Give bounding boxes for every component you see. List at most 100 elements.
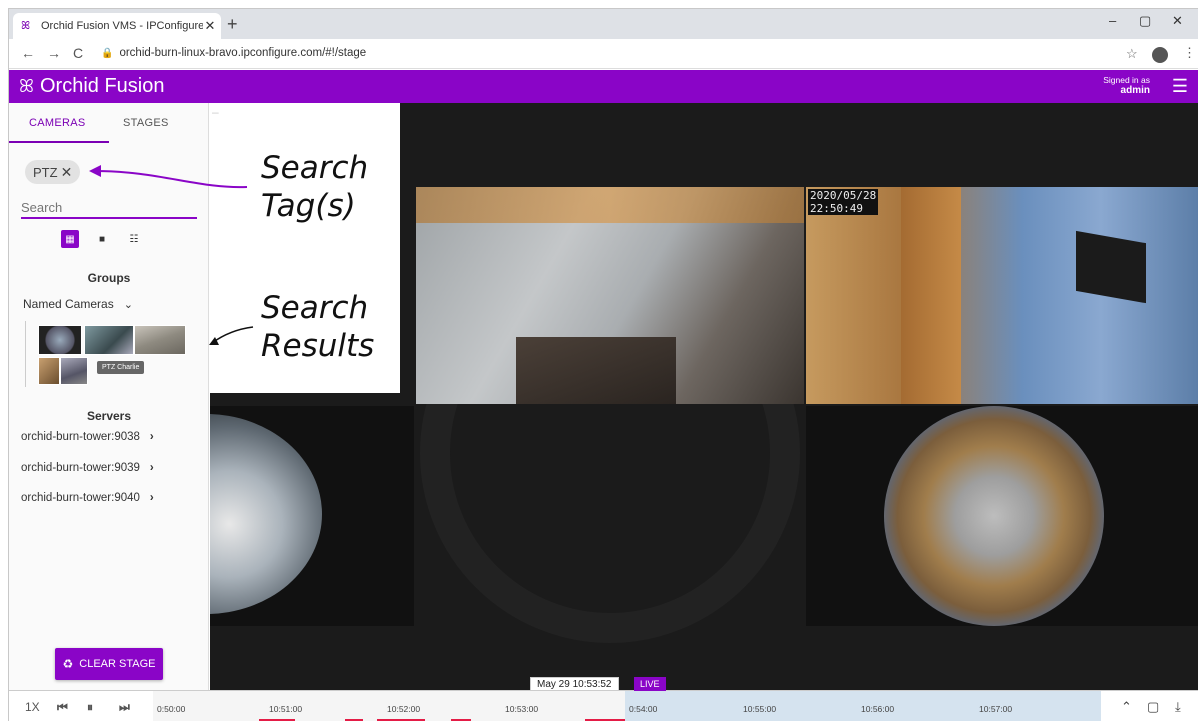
camera-thumbnail[interactable]: [84, 325, 134, 355]
playback-speed[interactable]: 1X: [25, 700, 40, 714]
profile-avatar[interactable]: [1152, 47, 1168, 63]
bookmark-star-icon[interactable]: ☆: [1126, 46, 1138, 62]
tile-scene: [884, 406, 1104, 626]
timeline-track[interactable]: 0:50:00 10:51:00 10:52:00 10:53:00 0:54:…: [153, 691, 1101, 721]
tab-title: Orchid Fusion VMS - IPConfigure: [41, 20, 203, 32]
app-brand[interactable]: ꕤ Orchid Fusion: [19, 75, 164, 98]
video-tile-fisheye-left[interactable]: [210, 406, 414, 626]
brand-name: Orchid Fusion: [39, 75, 165, 97]
server-item[interactable]: orchid-burn-tower:9039 ›: [21, 462, 154, 474]
address-bar: ← → C 🔒 orchid-burn-linux-bravo.ipconfigu…: [9, 39, 1198, 69]
clear-stage-button[interactable]: ♻ CLEAR STAGE: [55, 648, 163, 680]
timeline-tick: 10:52:00: [387, 704, 421, 714]
tag-chip-label: PTZ: [33, 164, 58, 180]
signed-in-label: Signed in as: [1103, 75, 1150, 85]
search-results: [25, 321, 191, 387]
url-field[interactable]: 🔒 orchid-burn-linux-bravo.ipconfigure.com…: [101, 47, 366, 59]
download-icon[interactable]: ⤓: [1175, 699, 1181, 715]
server-name: orchid-burn-tower:9038: [21, 431, 140, 443]
timeline-tick: 10:57:00: [979, 704, 1013, 714]
tile-scene: [416, 187, 804, 223]
camera-thumbnail[interactable]: [38, 325, 82, 355]
search-input[interactable]: [21, 189, 197, 219]
reload-button[interactable]: C: [73, 45, 83, 61]
tile-scene: [901, 187, 961, 404]
forward-button[interactable]: →: [47, 45, 61, 61]
camera-thumbnail[interactable]: [38, 357, 60, 385]
group-select[interactable]: Named Cameras ⌄: [23, 297, 133, 311]
clear-stage-label: CLEAR STAGE: [79, 658, 156, 670]
close-window-button[interactable]: ✕: [1172, 13, 1183, 29]
chevron-right-icon: ›: [149, 462, 154, 474]
thumbnail-tooltip: PTZ Charlie: [97, 361, 145, 374]
tab-cameras[interactable]: CAMERAS: [29, 117, 86, 129]
signed-in-user: admin: [1120, 85, 1150, 96]
tab-stages[interactable]: STAGES: [123, 117, 169, 129]
video-tile-hallway[interactable]: 2020/05/28 22:50:49: [806, 187, 1198, 404]
groups-heading: Groups: [87, 271, 131, 285]
timeline-tick: 10:55:00: [743, 704, 777, 714]
video-tile-fisheye-right[interactable]: [806, 406, 1198, 626]
tile-view-icon[interactable]: ■: [93, 230, 111, 248]
annotation-line: Tag(s): [261, 188, 356, 224]
server-item[interactable]: orchid-burn-tower:9040 ›: [21, 492, 154, 504]
timeline-cursor-time: May 29 10:53:52: [530, 677, 619, 691]
lock-icon: 🔒: [101, 48, 114, 59]
calendar-icon[interactable]: ▢: [1147, 699, 1159, 715]
tile-scene: [516, 337, 676, 404]
servers-heading: Servers: [86, 409, 132, 423]
minimize-button[interactable]: –: [1109, 13, 1116, 28]
collapse-sidebar-icon[interactable]: –: [212, 105, 219, 119]
camera-thumbnail[interactable]: [60, 357, 88, 385]
list-view-icon[interactable]: ☷: [125, 230, 143, 248]
annotation-line: Search: [261, 150, 369, 186]
annotation-line: Search: [261, 290, 369, 326]
timeline-tick: 0:50:00: [157, 704, 186, 714]
live-button[interactable]: LIVE: [634, 677, 666, 691]
annotation-search-tags: Search Tag(s): [261, 149, 368, 225]
recycle-icon: ♻: [62, 657, 74, 671]
tile-scene: [210, 414, 322, 614]
timeline: 1X ⏮ ⏸ ⏭ 0:50:00 10:51:00 10:52:00 10:53…: [9, 677, 1198, 721]
skip-forward-icon[interactable]: ⏭: [119, 700, 130, 715]
sidebar: CAMERAS STAGES PTZ ✕ ▦ ■ ☷ Groups Named …: [9, 103, 209, 690]
timeline-tick: 0:54:00: [629, 704, 658, 714]
maximize-button[interactable]: ▢: [1139, 13, 1151, 29]
browser-window: ꕤ Orchid Fusion VMS - IPConfigure ✕ + – …: [8, 8, 1198, 721]
orchid-favicon-icon: ꕤ: [21, 20, 31, 32]
browser-tab[interactable]: ꕤ Orchid Fusion VMS - IPConfigure ✕: [13, 13, 221, 39]
browser-menu-icon[interactable]: ⋮: [1183, 45, 1196, 61]
new-tab-button[interactable]: +: [227, 15, 238, 33]
camera-thumbnail[interactable]: [134, 325, 186, 355]
annotation-line: Results: [261, 328, 375, 364]
chevron-right-icon: ›: [149, 431, 154, 443]
view-mode-buttons: ▦ ■ ☷: [61, 230, 143, 248]
hamburger-menu-icon[interactable]: ☰: [1172, 76, 1188, 97]
video-tile-room-corner[interactable]: [416, 187, 804, 404]
pause-icon[interactable]: ⏸: [87, 700, 93, 715]
tab-bar: ꕤ Orchid Fusion VMS - IPConfigure ✕ + – …: [9, 9, 1198, 39]
chevron-down-icon: ⌄: [123, 299, 133, 311]
server-item[interactable]: orchid-burn-tower:9038 ›: [21, 431, 154, 443]
server-name: orchid-burn-tower:9039: [21, 462, 140, 474]
app-header: ꕤ Orchid Fusion Signed in as admin ☰: [9, 70, 1198, 103]
signed-in-info: Signed in as admin: [1103, 75, 1150, 96]
url-text: orchid-burn-linux-bravo.ipconfigure.com/…: [119, 47, 367, 59]
timeline-tick: 10:51:00: [269, 704, 303, 714]
server-name: orchid-burn-tower:9040: [21, 492, 140, 504]
timeline-tick: 10:53:00: [505, 704, 539, 714]
video-timestamp: 2020/05/28 22:50:49: [808, 189, 879, 215]
chevron-up-icon[interactable]: ⌃: [1121, 699, 1132, 715]
back-button[interactable]: ←: [21, 45, 35, 61]
chevron-right-icon: ›: [149, 492, 154, 504]
annotation-search-results: Search Results: [261, 289, 374, 365]
skip-back-icon[interactable]: ⏮: [57, 700, 68, 715]
sidebar-tabs: CAMERAS STAGES: [9, 103, 209, 143]
tab-close-icon[interactable]: ✕: [203, 18, 217, 34]
active-tab-indicator: [9, 141, 109, 143]
tag-chip-ptz[interactable]: PTZ ✕: [25, 160, 81, 184]
timeline-tick: 10:56:00: [861, 704, 895, 714]
grid-view-icon[interactable]: ▦: [61, 230, 79, 248]
remove-tag-icon[interactable]: ✕: [61, 164, 73, 181]
group-select-value: Named Cameras: [23, 297, 114, 311]
